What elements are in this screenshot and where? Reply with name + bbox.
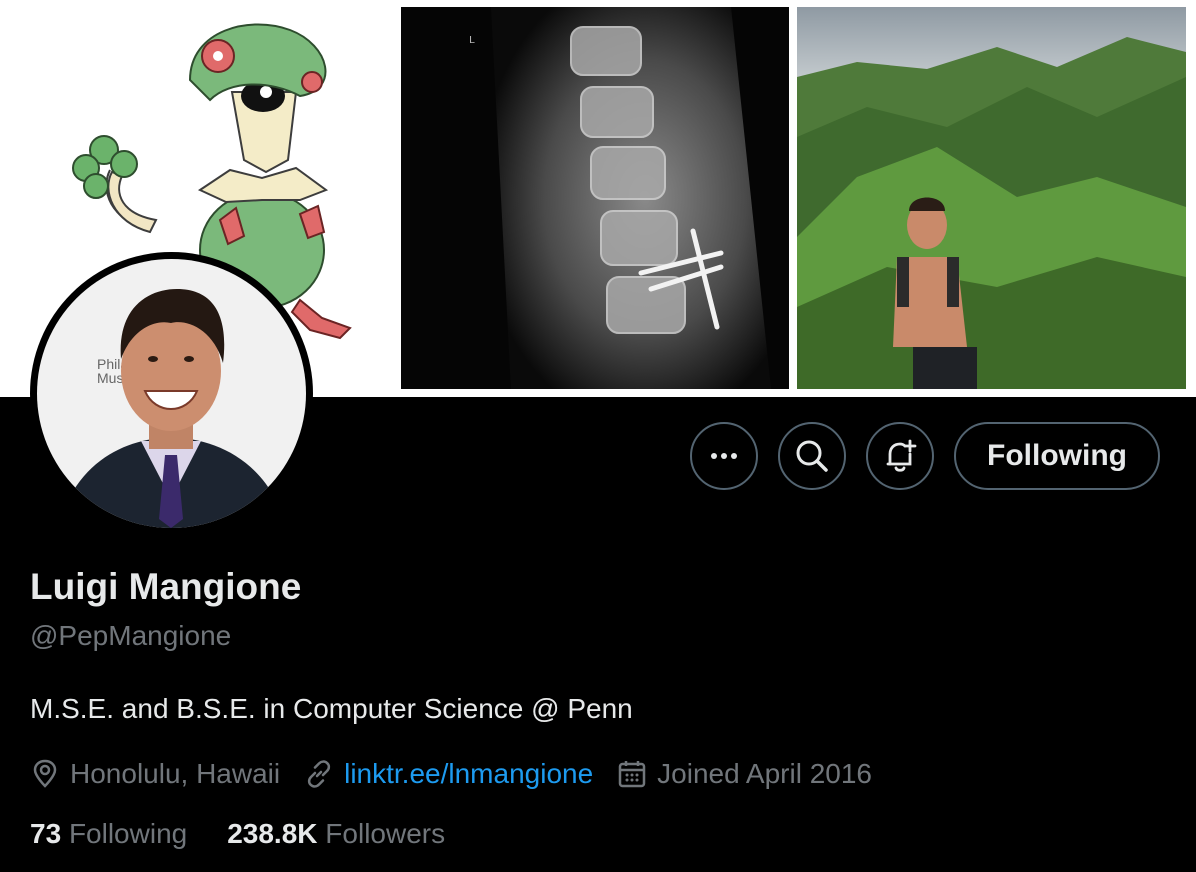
banner-xray-image: L — [401, 7, 789, 389]
website-link[interactable]: linktr.ee/lnmangione — [344, 758, 593, 790]
join-date: Joined April 2016 — [617, 758, 872, 790]
followers-label: Followers — [325, 818, 446, 849]
following-button[interactable]: Following — [954, 422, 1160, 490]
following-count: 73 — [30, 818, 62, 849]
notifications-button[interactable] — [866, 422, 934, 490]
join-date-text: Joined April 2016 — [657, 758, 872, 789]
following-count-link[interactable]: 73 Following — [30, 818, 187, 850]
user-handle: @PepMangione — [30, 620, 232, 651]
display-name: Luigi Mangione — [30, 566, 302, 607]
bell-plus-icon — [886, 439, 917, 472]
location: Honolulu, Hawaii — [30, 758, 280, 790]
followers-count: 238.8K — [227, 818, 318, 849]
profile-bio: M.S.E. and B.S.E. in Computer Science @ … — [30, 693, 633, 724]
website: linktr.ee/lnmangione — [304, 758, 593, 790]
followers-count-link[interactable]: 238.8K Followers — [227, 818, 445, 850]
profile-avatar[interactable]: Philad Muse — [30, 252, 313, 535]
more-options-button[interactable] — [690, 422, 758, 490]
calendar-icon — [618, 761, 646, 788]
profile-meta-row: Honolulu, Hawaii linktr.ee/lnmangione Jo… — [30, 754, 896, 794]
link-icon — [307, 760, 331, 788]
profile-stats: 73 Following 238.8K Followers — [30, 818, 485, 850]
location-pin-icon — [33, 759, 57, 788]
more-icon — [711, 453, 737, 459]
xray-marker-text: L — [469, 35, 476, 46]
following-label: Following — [68, 818, 188, 849]
location-text: Honolulu, Hawaii — [70, 758, 281, 789]
banner-hiking-photo — [797, 7, 1186, 389]
search-icon — [796, 440, 828, 472]
search-profile-button[interactable] — [778, 422, 846, 490]
